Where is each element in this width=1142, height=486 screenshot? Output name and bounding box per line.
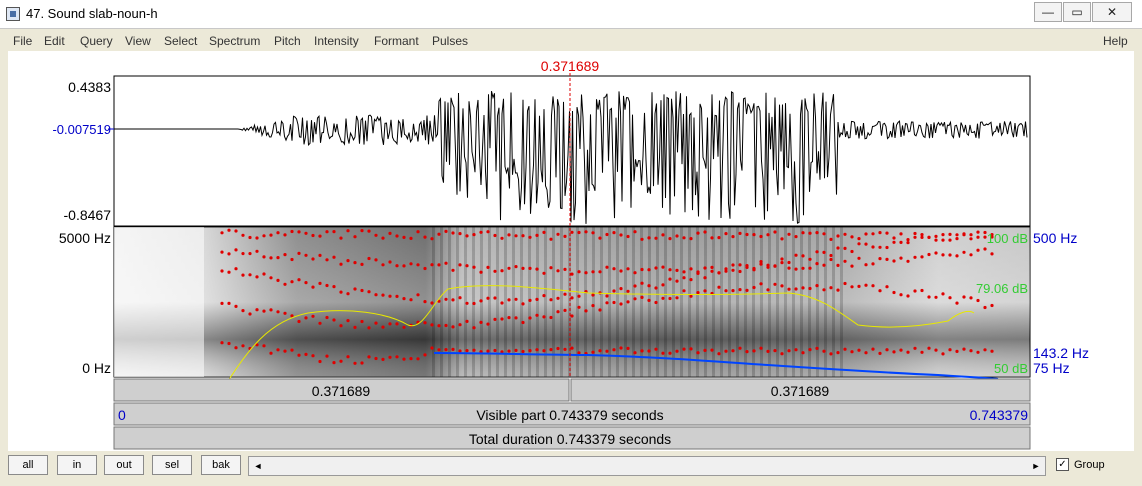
total-duration-label: Total duration 0.743379 seconds xyxy=(469,431,671,447)
intensity-top-label: 100 dB xyxy=(987,231,1028,246)
waveform-max-label: 0.4383 xyxy=(68,79,111,95)
menu-formant[interactable]: Formant xyxy=(374,34,419,48)
horizontal-scrollbar[interactable]: ◄ ► xyxy=(248,456,1046,476)
menu-pitch[interactable]: Pitch xyxy=(274,34,301,48)
minimize-button[interactable]: — xyxy=(1034,2,1062,22)
menu-edit[interactable]: Edit xyxy=(44,34,65,48)
zoom-all-button[interactable]: all xyxy=(8,455,48,475)
zoom-out-button[interactable]: out xyxy=(104,455,144,475)
zoom-selection-button[interactable]: sel xyxy=(152,455,192,475)
maximize-button[interactable]: ▭ xyxy=(1063,2,1091,22)
title-bar: 47. Sound slab-noun-h — ▭ ✕ xyxy=(0,0,1142,29)
pitch-bottom-label: 75 Hz xyxy=(1033,360,1070,376)
close-button[interactable]: ✕ xyxy=(1092,2,1132,22)
window-title: 47. Sound slab-noun-h xyxy=(26,6,158,21)
visible-start-time: 0 xyxy=(118,407,126,423)
sound-editor-canvas[interactable]: 0.371689 0.4383 -0.007519 -0.8467 5000 H… xyxy=(8,51,1134,451)
menu-intensity[interactable]: Intensity xyxy=(314,34,359,48)
spectrogram-top-freq: 5000 Hz xyxy=(59,230,111,246)
visible-end-time: 0.743379 xyxy=(970,407,1029,423)
cursor-time-label: 0.371689 xyxy=(541,58,600,74)
group-label: Group xyxy=(1074,459,1105,471)
scroll-right-icon[interactable]: ► xyxy=(1029,459,1043,473)
left-segment-duration: 0.371689 xyxy=(312,383,371,399)
waveform-min-label: -0.8467 xyxy=(64,207,112,223)
intensity-bottom-label: 50 dB xyxy=(994,361,1028,376)
zoom-in-button[interactable]: in xyxy=(57,455,97,475)
zoom-back-button[interactable]: bak xyxy=(201,455,241,475)
scroll-left-icon[interactable]: ◄ xyxy=(251,459,265,473)
menu-view[interactable]: View xyxy=(125,34,151,48)
menu-query[interactable]: Query xyxy=(80,34,113,48)
right-segment-duration: 0.371689 xyxy=(771,383,830,399)
intensity-mid-label: 79.06 dB xyxy=(976,281,1028,296)
spectrogram-bottom-freq: 0 Hz xyxy=(82,360,111,376)
menu-select[interactable]: Select xyxy=(164,34,197,48)
praat-app-icon xyxy=(6,7,20,21)
pitch-top-label: 500 Hz xyxy=(1033,230,1077,246)
menu-pulses[interactable]: Pulses xyxy=(432,34,468,48)
menu-file[interactable]: File xyxy=(13,34,32,48)
menu-help[interactable]: Help xyxy=(1103,34,1128,48)
group-checkbox[interactable]: ✓ xyxy=(1056,458,1069,471)
pitch-value-label: 143.2 Hz xyxy=(1033,345,1089,361)
bottom-toolbar: all in out sel bak ◄ ► ✓ Group xyxy=(0,452,1142,486)
menu-spectrum[interactable]: Spectrum xyxy=(209,34,260,48)
menu-bar: File Edit Query View Select Spectrum Pit… xyxy=(0,30,1142,52)
visible-part-label: Visible part 0.743379 seconds xyxy=(476,407,663,423)
waveform-center-label: -0.007519 xyxy=(52,122,111,137)
